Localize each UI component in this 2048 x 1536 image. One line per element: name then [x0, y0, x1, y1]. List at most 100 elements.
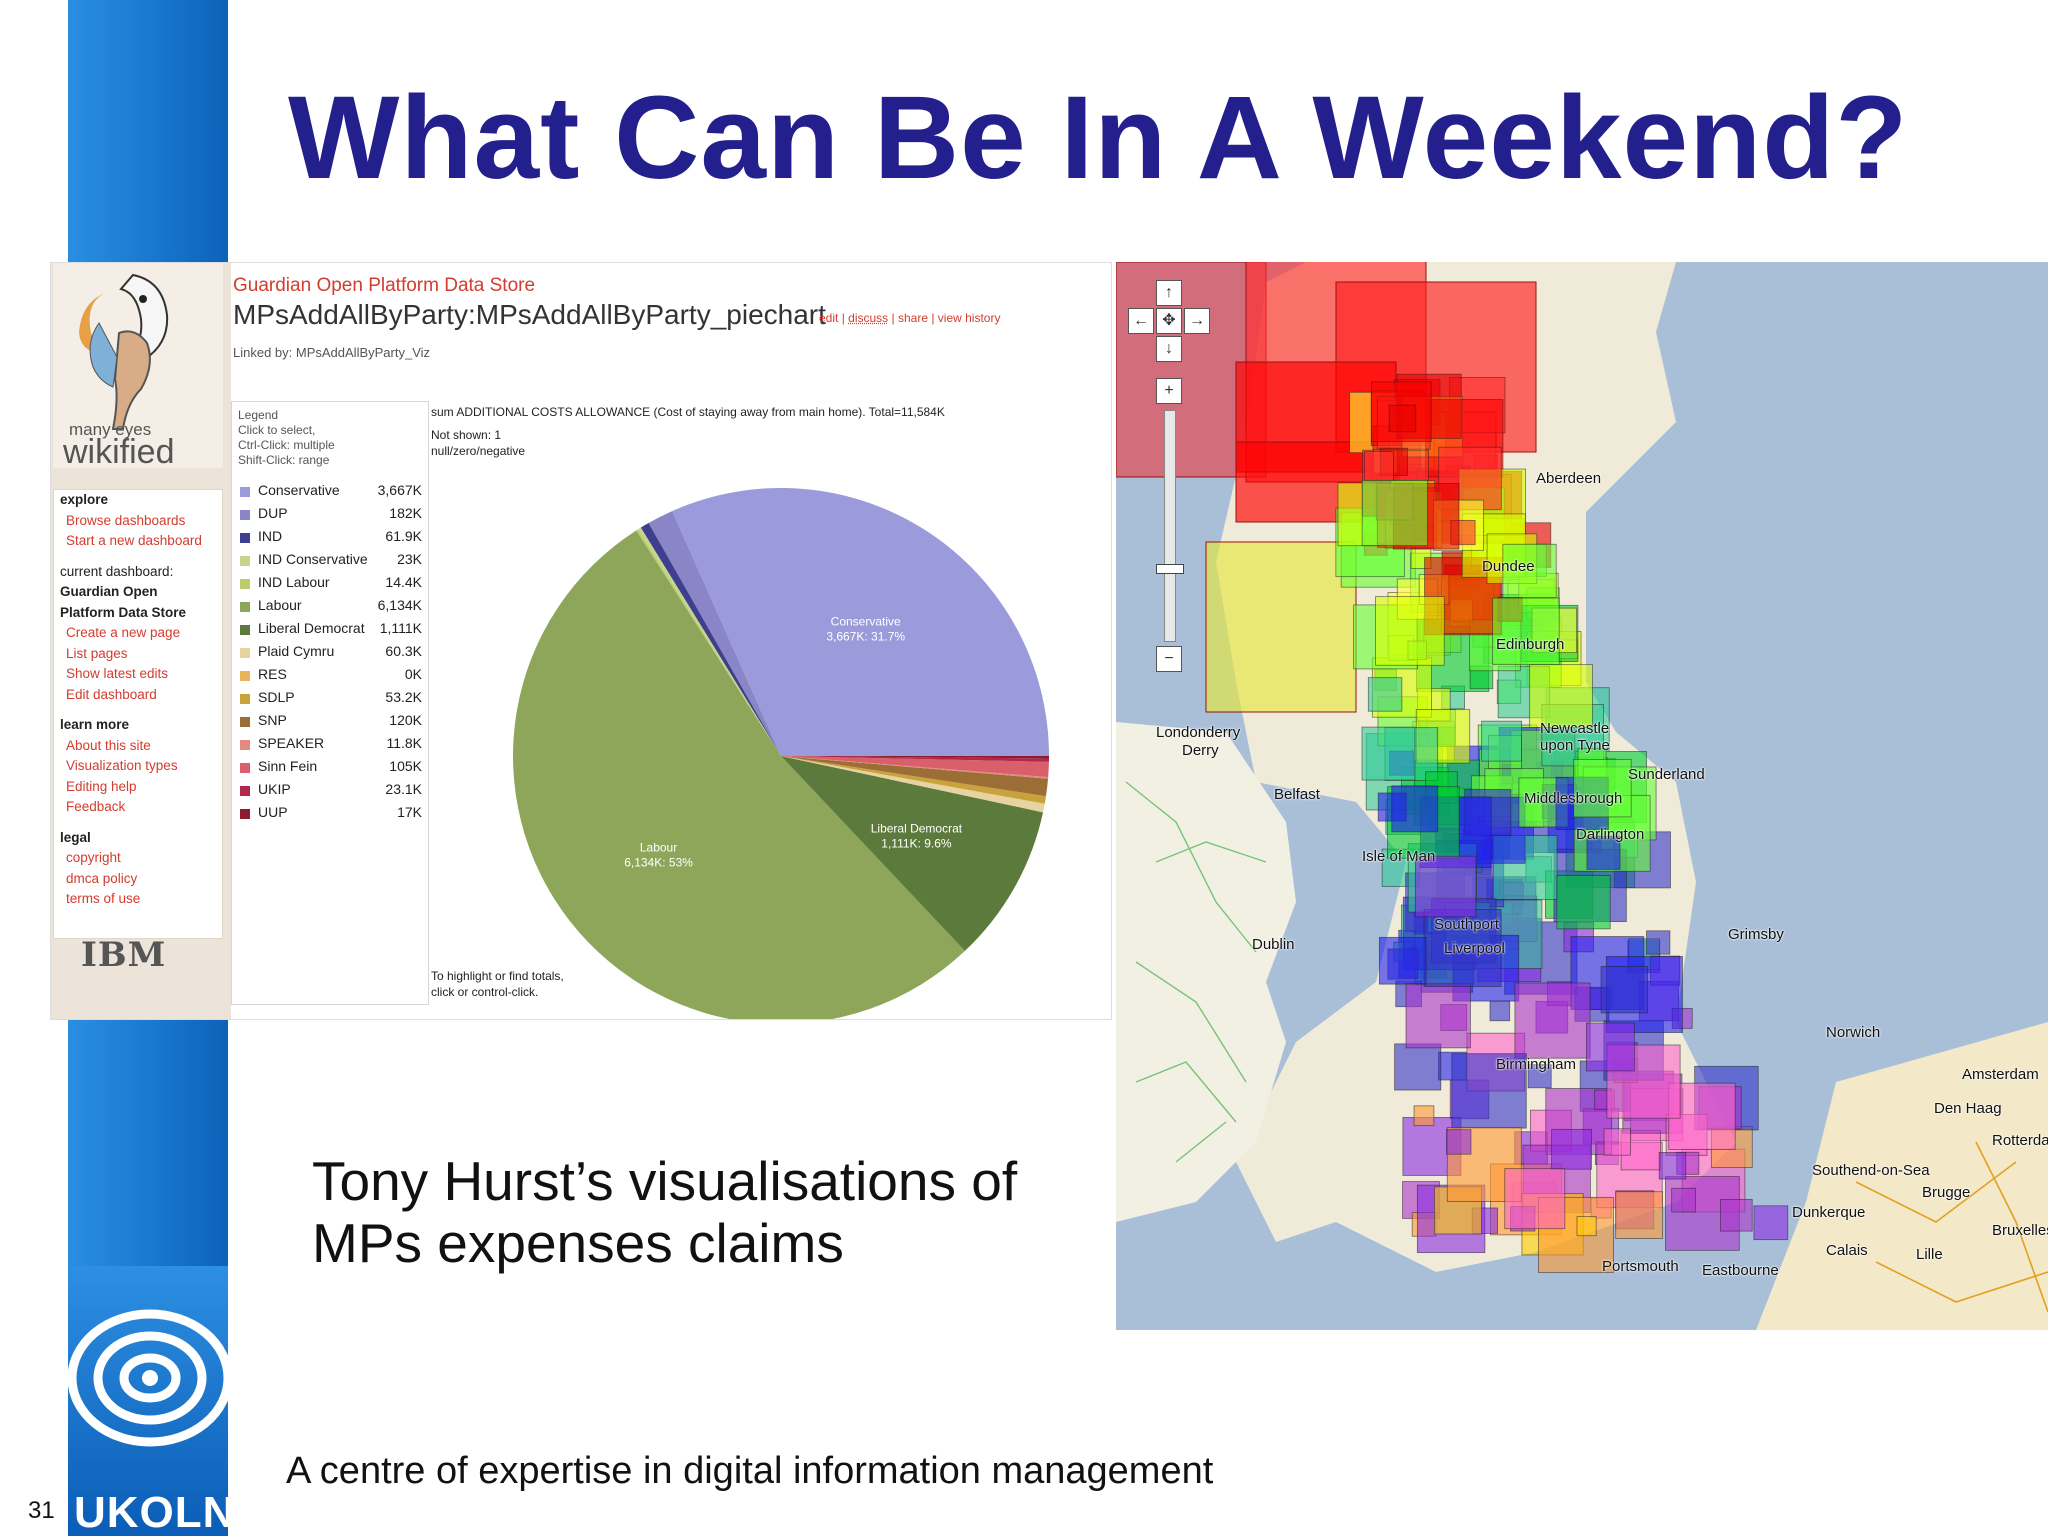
legend-swatch — [240, 625, 250, 635]
legend-swatch — [240, 487, 250, 497]
legend-value: 23K — [397, 551, 422, 567]
legend-label: Conservative — [258, 482, 340, 498]
legend-item[interactable]: DUP 182K — [238, 505, 424, 528]
legend-item[interactable]: IND Labour 14.4K — [238, 574, 424, 597]
place-label: Liverpool — [1444, 940, 1505, 957]
menu-link[interactable]: terms of use — [54, 889, 222, 910]
menu-link[interactable]: List pages — [54, 644, 222, 665]
place-label: Den Haag — [1934, 1100, 2002, 1117]
constituency-square — [1603, 1128, 1631, 1156]
place-label: Southend-on-Sea — [1812, 1162, 1930, 1179]
many-eyes-logo[interactable]: many eyes wikified — [53, 263, 223, 471]
discuss-link[interactable]: discuss — [848, 311, 888, 325]
menu-gap — [54, 552, 222, 562]
menu-link[interactable]: Visualization types — [54, 756, 222, 777]
linked-by[interactable]: Linked by: MPsAddAllByParty_Viz — [233, 345, 430, 360]
constituency-square — [1529, 664, 1593, 728]
menu-link[interactable]: Create a new page — [54, 623, 222, 644]
place-label: Isle of Man — [1362, 848, 1436, 865]
place-label: Eastbourne — [1702, 1262, 1779, 1279]
place-label: Brugge — [1922, 1184, 1971, 1201]
arrow-left-icon[interactable]: ← — [1128, 308, 1154, 334]
legend-swatch — [240, 740, 250, 750]
legend-value: 23.1K — [385, 781, 422, 797]
datastore-title-link[interactable]: Guardian Open Platform Data Store — [233, 275, 535, 297]
view-history-link[interactable]: view history — [938, 311, 1001, 325]
place-label: Londonderry — [1156, 724, 1241, 741]
pie-slice-label: Conservative — [831, 615, 901, 629]
share-link[interactable]: share — [898, 311, 928, 325]
place-label: Sunderland — [1628, 766, 1705, 783]
pie-slice-label: Labour — [640, 841, 677, 855]
menu-link[interactable]: copyright — [54, 848, 222, 869]
place-label: Newcastle upon Tyne — [1540, 720, 1610, 754]
legend-swatch — [240, 809, 250, 819]
pie-chart[interactable]: Conservative3,667K: 31.7% Labour6,134K: 5… — [461, 471, 1061, 1020]
place-label: Aberdeen — [1536, 470, 1602, 487]
arrow-right-icon[interactable]: → — [1184, 308, 1210, 334]
legend-value: 3,667K — [377, 482, 422, 498]
zoom-slider-handle[interactable] — [1156, 564, 1184, 574]
zoom-slider[interactable] — [1164, 410, 1176, 642]
constituency-square — [1367, 677, 1403, 712]
center-icon[interactable]: ✥ — [1156, 308, 1182, 334]
legend-swatch — [240, 694, 250, 704]
constituency-square — [1720, 1198, 1753, 1232]
legend-item[interactable]: Conservative 3,667K — [238, 482, 424, 505]
legend-value: 105K — [389, 758, 422, 774]
ibm-logo: IBM — [81, 935, 167, 975]
legend-item[interactable]: Plaid Cymru 60.3K — [238, 643, 424, 666]
legend-value: 60.3K — [385, 643, 422, 659]
menu-link[interactable]: About this site — [54, 736, 222, 757]
legend-item[interactable]: Labour 6,134K — [238, 597, 424, 620]
zoom-out-icon[interactable]: − — [1156, 646, 1182, 672]
menu-link[interactable]: Edit dashboard — [54, 685, 222, 706]
legend-item[interactable]: SPEAKER 11.8K — [238, 735, 424, 758]
constituency-square — [1489, 1000, 1511, 1022]
place-label: Derry — [1182, 742, 1219, 759]
menu-link[interactable]: Start a new dashboard — [54, 531, 222, 552]
constituency-square — [1753, 1205, 1789, 1241]
constituency-square — [1205, 541, 1357, 713]
menu-heading: legal — [60, 829, 91, 845]
birds-logo-icon: many eyes wikified — [62, 273, 174, 471]
menu-heading: explore — [60, 492, 109, 507]
legend-item[interactable]: IND Conservative 23K — [238, 551, 424, 574]
legend-item[interactable]: IND 61.9K — [238, 528, 424, 551]
menu-link[interactable]: Browse dashboards — [54, 511, 222, 532]
expenses-map-screenshot[interactable]: ↑ ← ✥ → ↓ + − Aberdeen Dundee Edinburgh … — [1116, 262, 2048, 1330]
legend-item[interactable]: Liberal Democrat 1,111K — [238, 620, 424, 643]
menu-link[interactable]: dmca policy — [54, 869, 222, 890]
place-label: Darlington — [1576, 826, 1645, 843]
constituency-square — [1551, 1128, 1592, 1170]
constituency-square — [1492, 597, 1560, 666]
legend-item[interactable]: UKIP 23.1K — [238, 781, 424, 804]
legend-label: IND Conservative — [258, 551, 368, 567]
edit-link[interactable]: edit — [819, 311, 838, 325]
zoom-in-icon[interactable]: + — [1156, 378, 1182, 404]
legend-swatch — [240, 717, 250, 727]
menu-link[interactable]: Show latest edits — [54, 664, 222, 685]
menu-link[interactable]: Feedback — [54, 797, 222, 818]
legend-item[interactable]: SNP 120K — [238, 712, 424, 735]
legend-swatch — [240, 579, 250, 589]
legend-item[interactable]: RES 0K — [238, 666, 424, 689]
legend-value: 11.8K — [386, 735, 422, 751]
constituency-square — [1573, 758, 1632, 818]
constituency-square — [1405, 983, 1471, 1049]
legend-item[interactable]: SDLP 53.2K — [238, 689, 424, 712]
place-label: Dunkerque — [1792, 1204, 1866, 1221]
slide-title: What Can Be In A Weekend? — [288, 72, 1909, 204]
legend-value: 17K — [397, 804, 422, 820]
legend-item[interactable]: Sinn Fein 105K — [238, 758, 424, 781]
arrow-down-icon[interactable]: ↓ — [1156, 336, 1182, 362]
ukoln-logo-text: UKOLN — [74, 1488, 228, 1536]
legend-swatch — [240, 533, 250, 543]
menu-heading: learn more — [60, 717, 130, 732]
menu-link[interactable]: Editing help — [54, 777, 222, 798]
place-label: Edinburgh — [1496, 636, 1565, 653]
constituency-square — [1388, 404, 1417, 433]
legend-label: UUP — [258, 804, 288, 820]
arrow-up-icon[interactable]: ↑ — [1156, 280, 1182, 306]
legend-item[interactable]: UUP 17K — [238, 804, 424, 827]
